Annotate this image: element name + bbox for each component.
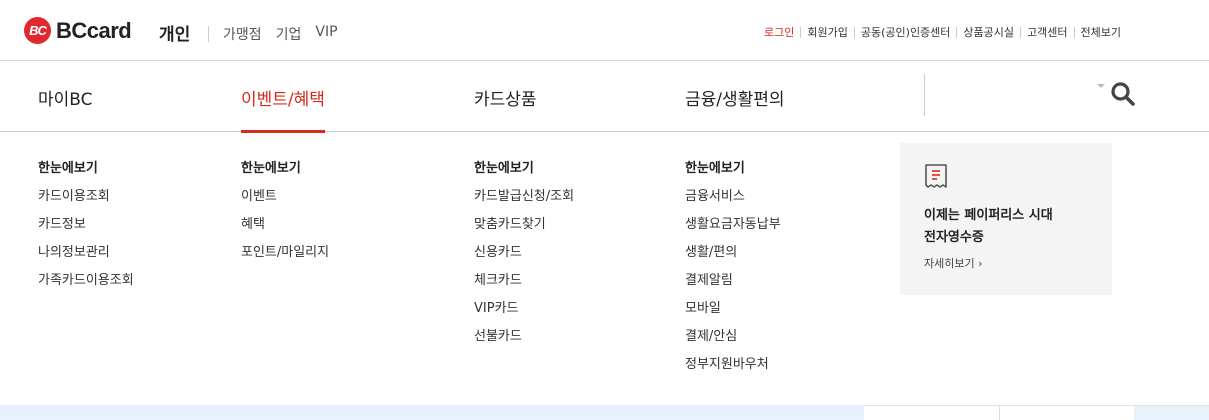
menu-link-card-info[interactable]: 카드정보 — [38, 216, 134, 244]
menu-link-family-card-usage[interactable]: 가족카드이용조회 — [38, 272, 134, 300]
menu-link-events[interactable]: 이벤트 — [241, 188, 329, 216]
menu-link-benefits[interactable]: 혜택 — [241, 216, 329, 244]
column-heading[interactable]: 한눈에보기 — [474, 160, 574, 177]
search-icon[interactable] — [1110, 81, 1136, 107]
utility-links: 로그인 회원가입 공동(공인)인증센터 상품공시실 고객센터 전체보기 — [758, 24, 1127, 40]
segment-vip[interactable]: VIP — [315, 24, 337, 44]
nav-finance-life[interactable]: 금융/생활편의 — [685, 85, 785, 132]
search-area[interactable] — [924, 74, 1146, 116]
menu-column-my-bc: 한눈에보기 카드이용조회 카드정보 나의정보관리 가족카드이용조회 — [38, 160, 134, 300]
page-content-strip — [0, 405, 864, 420]
menu-link-check-card[interactable]: 체크카드 — [474, 272, 574, 300]
nav-label: 카드상품 — [474, 90, 537, 110]
content-divider — [999, 406, 1000, 420]
nav-events-benefits[interactable]: 이벤트/혜택 — [241, 85, 325, 133]
search-dropdown-caret-icon[interactable] — [1097, 84, 1105, 88]
segment-merchant[interactable]: 가맹점 — [223, 24, 262, 44]
menu-link-card-application[interactable]: 카드발급신청/조회 — [474, 188, 574, 216]
signup-link[interactable]: 회원가입 — [801, 24, 853, 40]
promo-title: 이제는 페이퍼리스 시대 전자영수증 — [924, 205, 1053, 249]
menu-column-card-products: 한눈에보기 카드발급신청/조회 맞춤카드찾기 신용카드 체크카드 VIP카드 선… — [474, 160, 574, 356]
promo-more-link[interactable]: 자세히보기 › — [924, 255, 983, 271]
menu-link-payment-alerts[interactable]: 결제알림 — [685, 272, 781, 300]
menu-link-govt-voucher[interactable]: 정부지원바우처 — [685, 356, 781, 384]
column-heading[interactable]: 한눈에보기 — [685, 160, 781, 177]
segment-divider — [208, 26, 209, 42]
login-link[interactable]: 로그인 — [758, 24, 800, 40]
product-disclosure-link[interactable]: 상품공시실 — [957, 24, 1020, 40]
certificate-center-link[interactable]: 공동(공인)인증센터 — [855, 24, 957, 40]
segment-business[interactable]: 기업 — [276, 24, 302, 44]
menu-link-card-finder[interactable]: 맞춤카드찾기 — [474, 216, 574, 244]
customer-center-link[interactable]: 고객센터 — [1021, 24, 1073, 40]
menu-link-mobile[interactable]: 모바일 — [685, 300, 781, 328]
nav-label: 이벤트/혜택 — [241, 90, 325, 110]
bccard-logo[interactable]: BC BCcard — [24, 17, 132, 44]
e-receipt-promo[interactable]: 이제는 페이퍼리스 시대 전자영수증 자세히보기 › — [900, 143, 1112, 295]
menu-link-vip-card[interactable]: VIP카드 — [474, 300, 574, 328]
main-nav: 마이BC 이벤트/혜택 카드상품 금융/생활편의 — [0, 61, 1209, 133]
menu-column-events: 한눈에보기 이벤트 혜택 포인트/마일리지 — [241, 160, 329, 272]
segment-personal[interactable]: 개인 — [159, 20, 190, 45]
menu-link-card-usage[interactable]: 카드이용조회 — [38, 188, 134, 216]
menu-column-finance-life: 한눈에보기 금융서비스 생활요금자동납부 생활/편의 결제알림 모바일 결제/안… — [685, 160, 781, 384]
active-nav-underline — [241, 130, 325, 133]
menu-link-prepaid-card[interactable]: 선불카드 — [474, 328, 574, 356]
segment-links: 가맹점 기업 VIP — [223, 24, 338, 44]
menu-link-credit-card[interactable]: 신용카드 — [474, 244, 574, 272]
nav-my-bc[interactable]: 마이BC — [38, 85, 93, 132]
promo-title-line1: 이제는 페이퍼리스 시대 — [924, 208, 1053, 223]
menu-link-life-convenience[interactable]: 생활/편의 — [685, 244, 781, 272]
content-highlight — [1134, 406, 1209, 420]
bc-logo-text: BCcard — [56, 17, 132, 43]
menu-link-payment-security[interactable]: 결제/안심 — [685, 328, 781, 356]
top-bar: BC BCcard 개인 가맹점 기업 VIP 로그인 회원가입 공동(공인)인… — [0, 0, 1209, 61]
column-heading[interactable]: 한눈에보기 — [241, 160, 329, 177]
bc-logo-mark: BC — [24, 17, 51, 44]
menu-link-auto-bill-pay[interactable]: 생활요금자동납부 — [685, 216, 781, 244]
menu-link-my-info[interactable]: 나의정보관리 — [38, 244, 134, 272]
menu-link-financial-services[interactable]: 금융서비스 — [685, 188, 781, 216]
nav-label: 마이BC — [38, 90, 93, 110]
menu-link-points-mileage[interactable]: 포인트/마일리지 — [241, 244, 329, 272]
view-all-link[interactable]: 전체보기 — [1075, 24, 1127, 40]
receipt-icon — [925, 164, 947, 188]
nav-card-products[interactable]: 카드상품 — [474, 85, 537, 132]
column-heading[interactable]: 한눈에보기 — [38, 160, 134, 177]
nav-label: 금융/생활편의 — [685, 90, 785, 110]
page-content-tabs — [864, 405, 1209, 420]
promo-title-line2: 전자영수증 — [924, 230, 984, 245]
